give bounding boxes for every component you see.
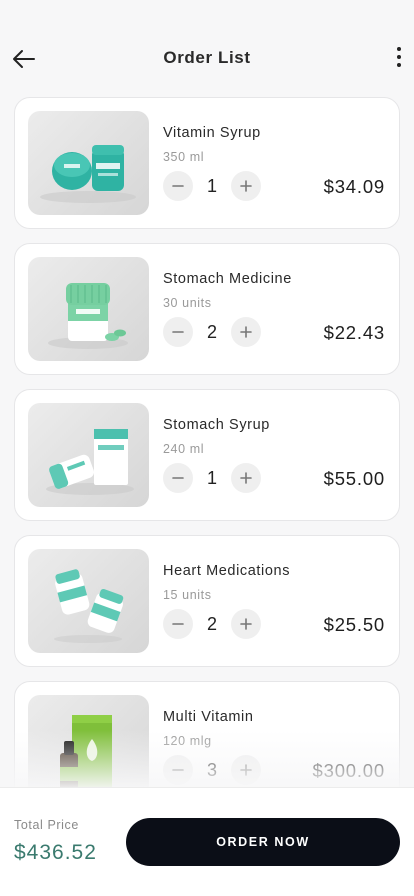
page-title: Order List (163, 48, 251, 67)
product-size: 15 units (163, 588, 212, 602)
product-image (28, 111, 149, 215)
decrease-button[interactable] (163, 171, 193, 201)
increase-button[interactable] (231, 171, 261, 201)
order-item-card: Vitamin Syrup 350 ml 1 $34.09 (14, 97, 400, 229)
order-list: Vitamin Syrup 350 ml 1 $34.09 Stomach Me… (14, 97, 400, 827)
decrease-button[interactable] (163, 317, 193, 347)
total-price-value: $436.52 (14, 841, 97, 864)
order-item-card: Heart Medications 15 units 2 $25.50 (14, 535, 400, 667)
more-vertical-icon (397, 47, 401, 51)
checkout-bar: Total Price $436.52 ORDER NOW (0, 787, 414, 896)
decrease-button[interactable] (163, 463, 193, 493)
product-price: $55.00 (323, 468, 385, 489)
quantity-stepper: 1 (163, 171, 261, 201)
increase-button[interactable] (231, 317, 261, 347)
product-image (28, 257, 149, 361)
plus-icon (240, 618, 252, 630)
decrease-button[interactable] (163, 755, 193, 785)
product-name: Multi Vitamin (163, 709, 254, 725)
app-header: Order List (0, 0, 414, 100)
product-price: $22.43 (323, 322, 385, 343)
product-image (28, 549, 149, 653)
plus-icon (240, 764, 252, 776)
order-item-card: Stomach Medicine 30 units 2 $22.43 (14, 243, 400, 375)
minus-icon (172, 477, 184, 479)
product-name: Vitamin Syrup (163, 125, 261, 141)
decrease-button[interactable] (163, 609, 193, 639)
quantity-value: 2 (206, 321, 217, 342)
product-size: 120 mlg (163, 734, 212, 748)
quantity-stepper: 3 (163, 755, 261, 785)
quantity-stepper: 2 (163, 609, 261, 639)
product-name: Stomach Medicine (163, 271, 292, 287)
quantity-value: 2 (206, 613, 217, 634)
product-price: $300.00 (312, 760, 385, 781)
quantity-stepper: 1 (163, 463, 261, 493)
plus-icon (240, 180, 252, 192)
minus-icon (172, 769, 184, 771)
plus-icon (240, 472, 252, 484)
product-price: $25.50 (323, 614, 385, 635)
minus-icon (172, 331, 184, 333)
product-size: 30 units (163, 296, 212, 310)
product-size: 240 ml (163, 442, 205, 456)
total-price-label: Total Price (14, 818, 79, 832)
order-now-button[interactable]: ORDER NOW (126, 818, 400, 866)
product-name: Heart Medications (163, 563, 291, 579)
product-size: 350 ml (163, 150, 205, 164)
increase-button[interactable] (231, 609, 261, 639)
order-item-card: Stomach Syrup 240 ml 1 $55.00 (14, 389, 400, 521)
more-options-button[interactable] (392, 44, 406, 70)
minus-icon (172, 185, 184, 187)
quantity-value: 3 (206, 759, 217, 780)
increase-button[interactable] (231, 463, 261, 493)
quantity-value: 1 (206, 467, 217, 488)
increase-button[interactable] (231, 755, 261, 785)
product-price: $34.09 (323, 176, 385, 197)
plus-icon (240, 326, 252, 338)
product-image (28, 403, 149, 507)
quantity-value: 1 (206, 175, 217, 196)
minus-icon (172, 623, 184, 625)
product-name: Stomach Syrup (163, 417, 270, 433)
product-image (28, 695, 149, 799)
quantity-stepper: 2 (163, 317, 261, 347)
